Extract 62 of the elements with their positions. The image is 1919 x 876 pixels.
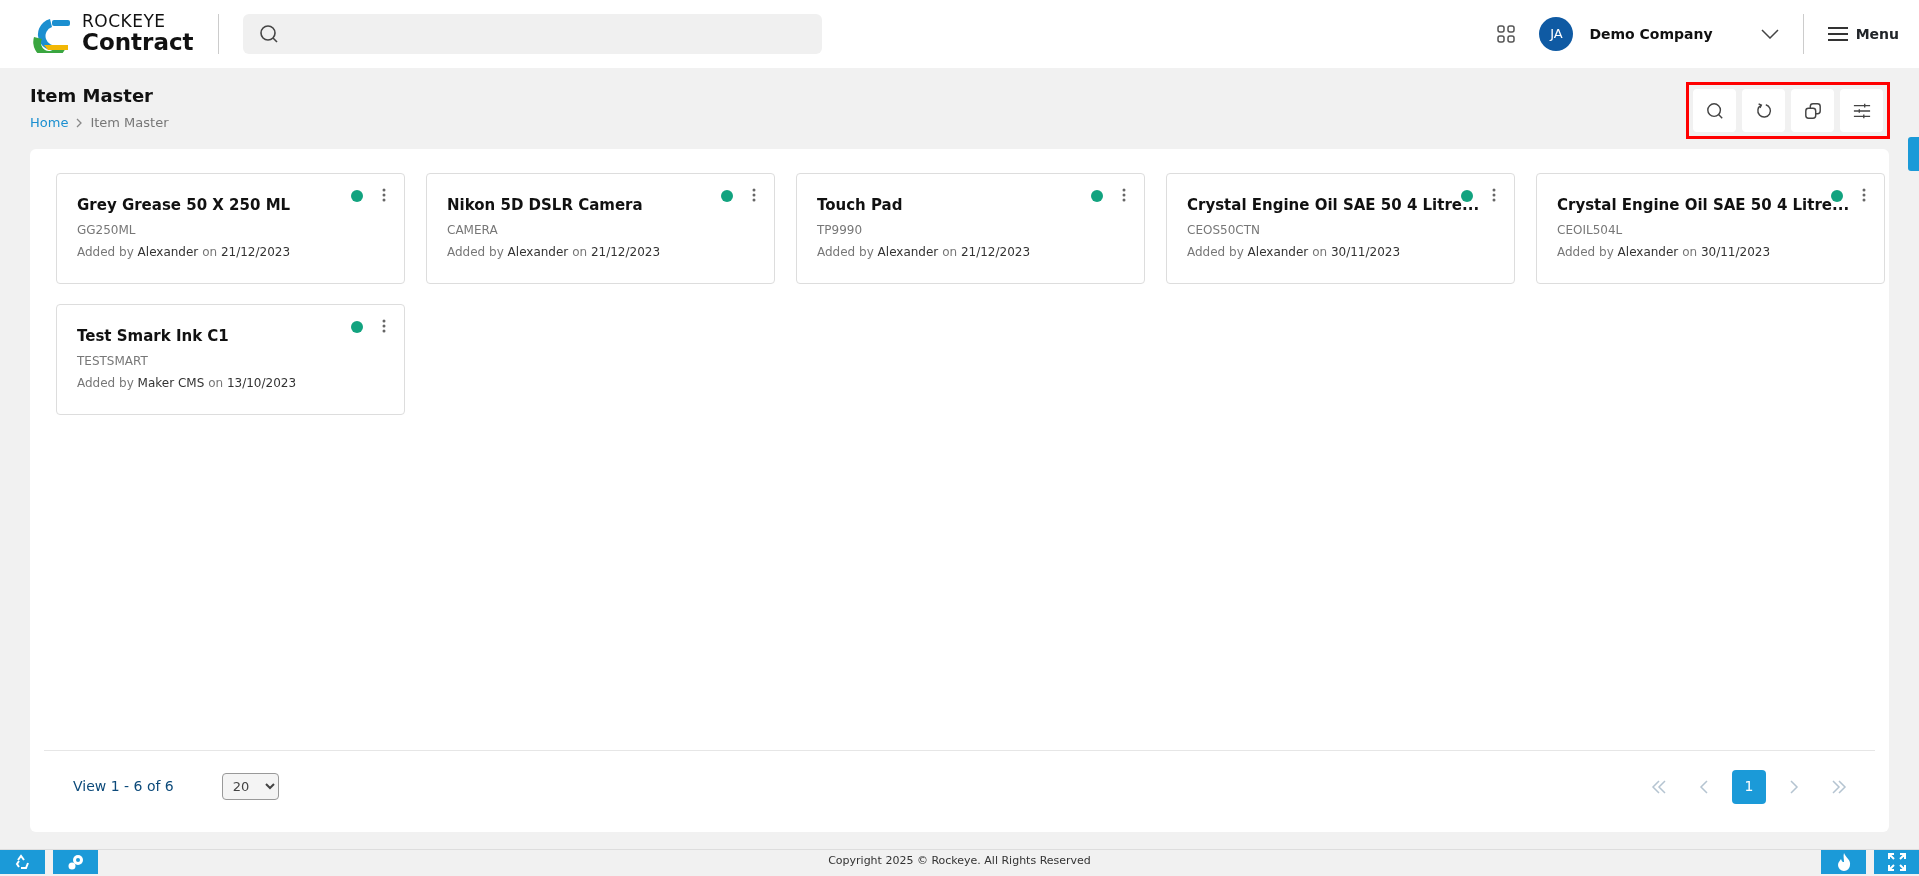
copy-button[interactable] xyxy=(1791,89,1834,132)
company-name[interactable]: Demo Company xyxy=(1589,23,1713,45)
grid-icon[interactable] xyxy=(1497,25,1516,43)
refresh-icon xyxy=(1754,101,1773,120)
item-name: Touch Pad xyxy=(817,195,904,216)
more-options-icon[interactable] xyxy=(1122,188,1126,202)
search-field[interactable] xyxy=(242,14,822,54)
item-name: Test Smark Ink C1 xyxy=(77,326,230,347)
expand-icon xyxy=(1887,852,1906,871)
filter-button[interactable] xyxy=(1840,89,1883,132)
item-code: TP9990 xyxy=(817,221,864,239)
fire-button[interactable] xyxy=(1821,849,1866,874)
item-card[interactable]: Nikon 5D DSLR Camera CAMERA Added by Alexander on 21/12/2023 xyxy=(426,173,775,284)
more-options-icon[interactable] xyxy=(382,188,386,202)
item-card[interactable]: Crystal Engine Oil SAE 50 4 Litre... CEOIL504L Added by Alexander on 30/11/2023 xyxy=(1536,173,1885,284)
more-options-icon[interactable] xyxy=(752,188,756,202)
gears-icon xyxy=(66,852,85,871)
user-avatar[interactable]: JA xyxy=(1539,17,1574,51)
search-icon xyxy=(258,24,279,44)
item-added-info: Added by Alexander on 30/11/2023 xyxy=(1557,243,1772,261)
breadcrumb-current: Item Master xyxy=(90,114,169,132)
item-card[interactable]: Crystal Engine Oil SAE 50 4 Litre... CEOS50CTN Added by Alexander on 30/11/2023 xyxy=(1166,173,1515,284)
item-code: CAMERA xyxy=(447,221,499,239)
more-options-icon[interactable] xyxy=(382,319,386,333)
item-added-info: Added by Alexander on 21/12/2023 xyxy=(77,243,292,261)
page-size-select[interactable]: 20 xyxy=(221,773,279,800)
logo-text: ROCKEYE xyxy=(82,13,167,31)
item-added-info: Added by Alexander on 21/12/2023 xyxy=(447,243,662,261)
search-icon xyxy=(1705,101,1724,120)
refresh-button[interactable] xyxy=(1742,89,1785,132)
item-card[interactable]: Touch Pad TP9990 Added by Alexander on 21/12/2023 xyxy=(796,173,1145,284)
item-code: CEOIL504L xyxy=(1557,221,1624,239)
item-card[interactable]: Grey Grease 50 X 250 ML GG250ML Added by Alexander on 21/12/2023 xyxy=(56,173,405,284)
item-added-info: Added by Maker CMS on 13/10/2023 xyxy=(77,374,298,392)
menu-button[interactable]: Menu xyxy=(1827,23,1899,45)
item-added-info: Added by Alexander on 21/12/2023 xyxy=(817,243,1032,261)
menu-icon xyxy=(1827,27,1848,41)
item-code: TESTSMART xyxy=(77,352,149,370)
page-summary: View 1 - 6 of 6 xyxy=(73,777,174,796)
item-code: GG250ML xyxy=(77,221,137,239)
item-name: Grey Grease 50 X 250 ML xyxy=(77,195,292,216)
chevron-down-icon[interactable] xyxy=(1760,29,1779,39)
sliders-icon xyxy=(1852,101,1871,120)
copy-icon xyxy=(1803,101,1822,120)
item-card[interactable]: Test Smark Ink C1 TESTSMART Added by Maker CMS on 13/10/2023 xyxy=(56,304,405,415)
settings-button[interactable] xyxy=(53,849,98,874)
flame-icon xyxy=(1836,852,1851,871)
item-code: CEOS50CTN xyxy=(1187,221,1261,239)
page-title: Item Master xyxy=(30,84,154,108)
item-added-info: Added by Alexander on 30/11/2023 xyxy=(1187,243,1402,261)
search-button[interactable] xyxy=(1693,89,1736,132)
item-name: Crystal Engine Oil SAE 50 4 Litre... xyxy=(1187,195,1481,216)
fullscreen-button[interactable] xyxy=(1874,849,1919,874)
more-options-icon[interactable] xyxy=(1492,188,1496,202)
item-name: Nikon 5D DSLR Camera xyxy=(447,195,644,216)
item-name: Crystal Engine Oil SAE 50 4 Litre... xyxy=(1557,195,1851,216)
recycle-icon xyxy=(14,853,31,870)
more-options-icon[interactable] xyxy=(1862,188,1866,202)
copyright-text: Copyright 2025 © Rockeye. All Rights Reserved xyxy=(828,853,1091,870)
app-name: Contract xyxy=(82,30,194,55)
recycle-button[interactable] xyxy=(0,849,45,874)
chevron-right-icon xyxy=(76,117,83,128)
